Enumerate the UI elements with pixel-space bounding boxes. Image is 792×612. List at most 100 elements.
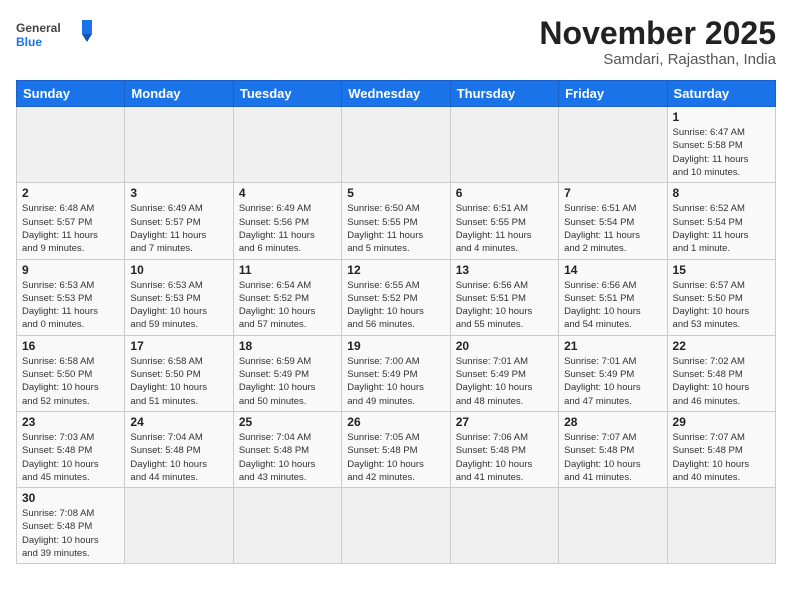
day-info: Sunrise: 6:56 AM Sunset: 5:51 PM Dayligh… [456,279,553,332]
day-info: Sunrise: 7:07 AM Sunset: 5:48 PM Dayligh… [564,431,661,484]
day-info: Sunrise: 6:53 AM Sunset: 5:53 PM Dayligh… [22,279,119,332]
day-number: 11 [239,263,336,277]
day-number: 29 [673,415,770,429]
calendar-cell: 15 Sunrise: 6:57 AM Sunset: 5:50 PM Dayli… [667,259,775,335]
calendar-cell [125,488,233,564]
calendar-cell [667,488,775,564]
calendar-cell [450,107,558,183]
day-info: Sunrise: 7:03 AM Sunset: 5:48 PM Dayligh… [22,431,119,484]
calendar-cell: 24 Sunrise: 7:04 AM Sunset: 5:48 PM Dayli… [125,411,233,487]
day-info: Sunrise: 6:57 AM Sunset: 5:50 PM Dayligh… [673,279,770,332]
calendar-cell: 29 Sunrise: 7:07 AM Sunset: 5:48 PM Dayli… [667,411,775,487]
day-info: Sunrise: 7:08 AM Sunset: 5:48 PM Dayligh… [22,507,119,560]
day-info: Sunrise: 6:48 AM Sunset: 5:57 PM Dayligh… [22,202,119,255]
header-saturday: Saturday [667,81,775,107]
calendar-cell: 30Sunrise: 7:08 AM Sunset: 5:48 PM Dayli… [17,488,125,564]
day-number: 14 [564,263,661,277]
calendar-cell: 22Sunrise: 7:02 AM Sunset: 5:48 PM Dayli… [667,335,775,411]
calendar-cell: 19 Sunrise: 7:00 AM Sunset: 5:49 PM Dayli… [342,335,450,411]
day-info: Sunrise: 6:54 AM Sunset: 5:52 PM Dayligh… [239,279,336,332]
day-number: 21 [564,339,661,353]
logo: General Blue [16,16,96,56]
day-info: Sunrise: 7:01 AM Sunset: 5:49 PM Dayligh… [564,355,661,408]
calendar-cell: 21 Sunrise: 7:01 AM Sunset: 5:49 PM Dayli… [559,335,667,411]
day-number: 12 [347,263,444,277]
day-info: Sunrise: 6:53 AM Sunset: 5:53 PM Dayligh… [130,279,227,332]
calendar-cell: 2 Sunrise: 6:48 AM Sunset: 5:57 PM Daylig… [17,183,125,259]
day-number: 24 [130,415,227,429]
calendar-cell: 16 Sunrise: 6:58 AM Sunset: 5:50 PM Dayli… [17,335,125,411]
calendar-cell: 3 Sunrise: 6:49 AM Sunset: 5:57 PM Daylig… [125,183,233,259]
day-info: Sunrise: 7:00 AM Sunset: 5:49 PM Dayligh… [347,355,444,408]
day-number: 3 [130,186,227,200]
calendar-cell: 8 Sunrise: 6:52 AM Sunset: 5:54 PM Daylig… [667,183,775,259]
location: Samdari, Rajasthan, India [539,51,776,68]
calendar-cell [559,107,667,183]
calendar-cell: 26 Sunrise: 7:05 AM Sunset: 5:48 PM Dayli… [342,411,450,487]
calendar-cell: 10 Sunrise: 6:53 AM Sunset: 5:53 PM Dayli… [125,259,233,335]
calendar-cell [450,488,558,564]
title-block: November 2025 Samdari, Rajasthan, India [539,16,776,68]
day-number: 19 [347,339,444,353]
calendar-cell: 5Sunrise: 6:50 AM Sunset: 5:55 PM Daylig… [342,183,450,259]
calendar-cell: 25 Sunrise: 7:04 AM Sunset: 5:48 PM Dayli… [233,411,341,487]
day-number: 15 [673,263,770,277]
day-info: Sunrise: 7:05 AM Sunset: 5:48 PM Dayligh… [347,431,444,484]
calendar-cell: 1Sunrise: 6:47 AM Sunset: 5:58 PM Daylig… [667,107,775,183]
day-number: 18 [239,339,336,353]
calendar-cell: 28 Sunrise: 7:07 AM Sunset: 5:48 PM Dayli… [559,411,667,487]
day-number: 13 [456,263,553,277]
calendar-cell [342,488,450,564]
day-number: 28 [564,415,661,429]
day-number: 2 [22,186,119,200]
svg-text:Blue: Blue [16,35,42,49]
calendar-cell: 23 Sunrise: 7:03 AM Sunset: 5:48 PM Dayli… [17,411,125,487]
day-info: Sunrise: 7:06 AM Sunset: 5:48 PM Dayligh… [456,431,553,484]
day-number: 23 [22,415,119,429]
day-info: Sunrise: 7:01 AM Sunset: 5:49 PM Dayligh… [456,355,553,408]
calendar-table: Sunday Monday Tuesday Wednesday Thursday… [16,80,776,564]
day-info: Sunrise: 6:58 AM Sunset: 5:50 PM Dayligh… [22,355,119,408]
day-info: Sunrise: 7:04 AM Sunset: 5:48 PM Dayligh… [239,431,336,484]
day-info: Sunrise: 6:50 AM Sunset: 5:55 PM Dayligh… [347,202,444,255]
day-info: Sunrise: 6:59 AM Sunset: 5:49 PM Dayligh… [239,355,336,408]
day-info: Sunrise: 7:02 AM Sunset: 5:48 PM Dayligh… [673,355,770,408]
day-info: Sunrise: 6:58 AM Sunset: 5:50 PM Dayligh… [130,355,227,408]
calendar-cell: 6Sunrise: 6:51 AM Sunset: 5:55 PM Daylig… [450,183,558,259]
page-header: General Blue November 2025 Samdari, Raja… [16,16,776,68]
svg-text:General: General [16,21,61,35]
day-info: Sunrise: 6:49 AM Sunset: 5:57 PM Dayligh… [130,202,227,255]
calendar-cell [233,488,341,564]
day-number: 25 [239,415,336,429]
day-number: 26 [347,415,444,429]
general-blue-logo-icon: General Blue [16,16,96,56]
day-number: 8 [673,186,770,200]
calendar-cell: 12 Sunrise: 6:55 AM Sunset: 5:52 PM Dayli… [342,259,450,335]
day-info: Sunrise: 6:55 AM Sunset: 5:52 PM Dayligh… [347,279,444,332]
day-info: Sunrise: 7:07 AM Sunset: 5:48 PM Dayligh… [673,431,770,484]
calendar-cell: 11 Sunrise: 6:54 AM Sunset: 5:52 PM Dayli… [233,259,341,335]
calendar-cell [125,107,233,183]
day-number: 17 [130,339,227,353]
day-number: 10 [130,263,227,277]
day-number: 20 [456,339,553,353]
calendar-cell: 27 Sunrise: 7:06 AM Sunset: 5:48 PM Dayli… [450,411,558,487]
calendar-cell: 4Sunrise: 6:49 AM Sunset: 5:56 PM Daylig… [233,183,341,259]
calendar-cell: 17 Sunrise: 6:58 AM Sunset: 5:50 PM Dayli… [125,335,233,411]
header-wednesday: Wednesday [342,81,450,107]
month-title: November 2025 [539,16,776,51]
day-number: 27 [456,415,553,429]
day-number: 16 [22,339,119,353]
calendar-cell: 18 Sunrise: 6:59 AM Sunset: 5:49 PM Dayli… [233,335,341,411]
day-info: Sunrise: 7:04 AM Sunset: 5:48 PM Dayligh… [130,431,227,484]
day-number: 1 [673,110,770,124]
calendar-cell [17,107,125,183]
header-friday: Friday [559,81,667,107]
day-number: 4 [239,186,336,200]
weekday-header-row: Sunday Monday Tuesday Wednesday Thursday… [17,81,776,107]
day-number: 7 [564,186,661,200]
day-info: Sunrise: 6:52 AM Sunset: 5:54 PM Dayligh… [673,202,770,255]
day-number: 9 [22,263,119,277]
calendar-cell: 14Sunrise: 6:56 AM Sunset: 5:51 PM Dayli… [559,259,667,335]
day-number: 6 [456,186,553,200]
